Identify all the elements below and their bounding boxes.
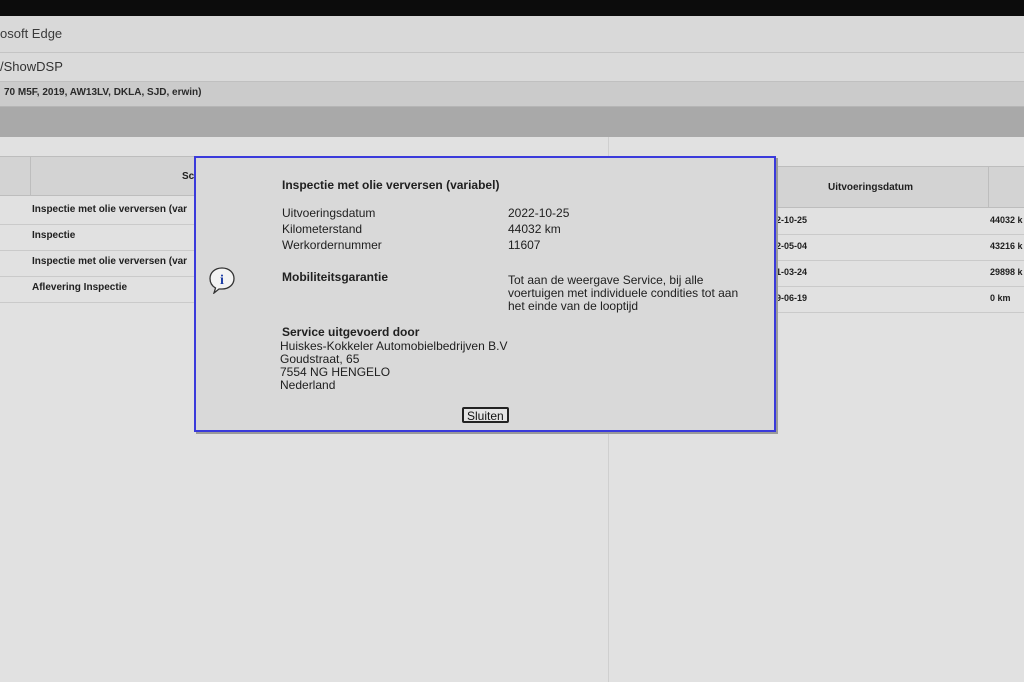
table-row[interactable]: Inspectie met olie verversen (var	[0, 198, 200, 225]
vehicle-info: 70 M5F, 2019, AW13LV, DKLA, SJD, erwin)	[4, 87, 202, 98]
row-service-label: Inspectie	[32, 230, 76, 241]
column-separator	[988, 167, 989, 207]
row-km: 0 km	[990, 293, 1011, 303]
svg-text:i: i	[220, 273, 224, 288]
info-icon: i	[208, 266, 236, 295]
table-row[interactable]: 2-05-04 43216 k	[776, 234, 1024, 261]
table-row[interactable]: 9-06-19 0 km	[776, 286, 1024, 313]
field-label-date: Uitvoeringsdatum	[282, 206, 376, 220]
row-date: 2-10-25	[776, 215, 808, 225]
dealer-city: 7554 NG HENGELO	[280, 365, 391, 379]
row-date: 9-06-19	[776, 293, 808, 303]
row-km: 44032 k	[990, 215, 1023, 225]
address-url[interactable]: /ShowDSP	[0, 59, 63, 74]
row-service-label: Inspectie met olie verversen (var	[32, 204, 188, 215]
table-row[interactable]: Inspectie	[0, 224, 200, 251]
table-row[interactable]: Aflevering Inspectie	[0, 276, 200, 303]
screen-bezel	[0, 0, 1024, 16]
field-value-date: 2022-10-25	[508, 206, 570, 220]
dialog-title: Inspectie met olie verversen (variabel)	[282, 178, 500, 192]
address-bar[interactable]: /ShowDSP	[0, 53, 1024, 82]
vehicle-info-bar: 70 M5F, 2019, AW13LV, DKLA, SJD, erwin)	[0, 82, 1024, 107]
field-label-workorder: Werkordernummer	[282, 238, 382, 252]
field-label-mileage: Kilometerstand	[282, 222, 363, 236]
row-service-label: Inspectie met olie verversen (var	[32, 256, 188, 267]
toolbar-band	[0, 107, 1024, 137]
row-date: 2-05-04	[776, 241, 808, 251]
table-header-left: Sc	[0, 156, 200, 196]
dealer-street: Goudstraat, 65	[280, 352, 360, 366]
mobility-label: Mobiliteitsgarantie	[282, 270, 389, 284]
row-km: 29898 k	[990, 267, 1023, 277]
table-header-date[interactable]: Uitvoeringsdatum	[828, 182, 913, 193]
dealer-country: Nederland	[280, 378, 336, 392]
table-row[interactable]: 1-03-24 29898 k	[776, 260, 1024, 287]
mobility-text: Tot aan de weergave Service, bij alle vo…	[508, 273, 739, 313]
service-by-title: Service uitgevoerd door	[282, 325, 420, 339]
field-value-workorder: 11607	[508, 238, 541, 252]
column-separator	[30, 157, 31, 195]
table-header-service[interactable]: Sc	[182, 171, 194, 182]
close-button[interactable]: Sluiten	[462, 407, 509, 423]
window-title: osoft Edge	[0, 26, 63, 41]
dealer-name: Huiskes-Kokkeler Automobielbedrijven B.V	[280, 339, 508, 353]
field-value-mileage: 44032 km	[508, 222, 561, 236]
table-row[interactable]: 2-10-25 44032 k	[776, 208, 1024, 235]
row-km: 43216 k	[990, 241, 1023, 251]
row-date: 1-03-24	[776, 267, 808, 277]
table-header-right: Uitvoeringsdatum	[776, 166, 1024, 208]
service-detail-dialog: Inspectie met olie verversen (variabel) …	[194, 156, 776, 432]
row-service-label: Aflevering Inspectie	[32, 282, 128, 293]
window-title-bar: osoft Edge	[0, 16, 1024, 53]
table-row[interactable]: Inspectie met olie verversen (var	[0, 250, 200, 277]
